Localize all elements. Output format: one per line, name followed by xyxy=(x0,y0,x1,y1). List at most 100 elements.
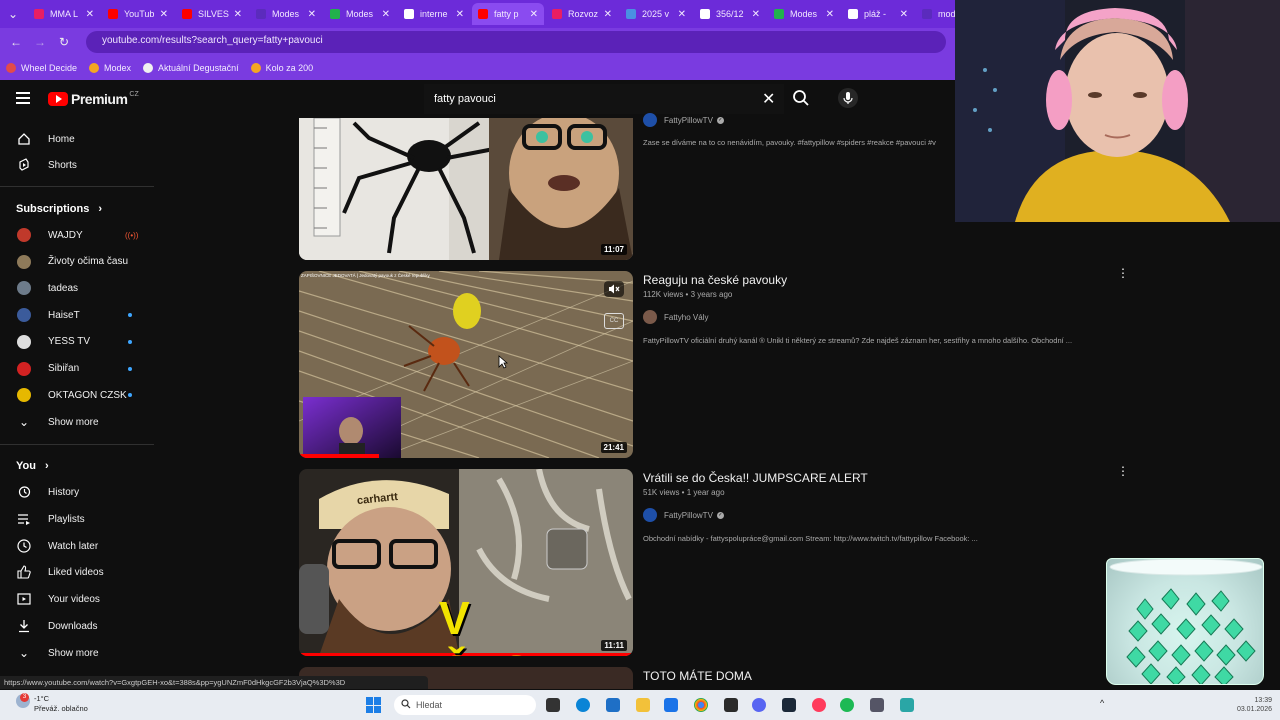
chrome-icon[interactable] xyxy=(694,698,708,712)
sidebar-subscription-item[interactable]: YESS TV xyxy=(0,330,154,354)
tray-chevron-up-icon[interactable]: ^ xyxy=(1100,698,1104,708)
browser-tab[interactable]: interne ✕ xyxy=(398,3,470,25)
you-heading[interactable]: You › xyxy=(16,460,49,472)
sidebar-item-label: Liked videos xyxy=(48,566,104,578)
channel-link[interactable]: FattyPillowTV ✓ xyxy=(643,113,724,127)
browser-tab[interactable]: SILVES ✕ xyxy=(176,3,248,25)
channel-link[interactable]: Fattyho Vály xyxy=(643,310,708,324)
show-more-you[interactable]: ⌄ Show more xyxy=(0,641,154,665)
tab-close-icon[interactable]: ✕ xyxy=(826,9,834,20)
bookmark-item[interactable]: Aktuální Degustační xyxy=(143,63,239,73)
mute-icon[interactable] xyxy=(604,281,624,297)
browser-tab[interactable]: YouTub ✕ xyxy=(102,3,174,25)
sidebar-item-home[interactable]: Home xyxy=(0,127,154,151)
video-thumbnail[interactable]: 11:07 xyxy=(299,118,633,260)
tab-close-icon[interactable]: ✕ xyxy=(382,9,390,20)
bookmark-item[interactable]: Kolo za 200 xyxy=(250,63,313,73)
video-duration: 11:07 xyxy=(600,244,627,255)
more-options-icon[interactable]: ⋮ xyxy=(1117,267,1129,279)
forward-icon[interactable]: → xyxy=(28,35,52,49)
browser-tab[interactable]: Modes ✕ xyxy=(324,3,396,25)
video-meta: 51K views • 1 year ago xyxy=(643,488,725,497)
task-view-icon[interactable] xyxy=(546,698,560,712)
sidebar-subscription-item[interactable]: WAJDY ((•)) xyxy=(0,223,154,247)
browser-tab[interactable]: Modes ✕ xyxy=(768,3,840,25)
tab-close-icon[interactable]: ✕ xyxy=(604,9,612,20)
your-videos-icon xyxy=(16,591,32,607)
sidebar-item-history[interactable]: History xyxy=(0,480,154,504)
tab-close-icon[interactable]: ✕ xyxy=(308,9,316,20)
sidebar-item-label: Playlists xyxy=(48,513,85,525)
tab-close-icon[interactable]: ✕ xyxy=(456,9,464,20)
video-meta: 112K views • 3 years ago xyxy=(643,290,733,299)
sidebar-item-liked-videos[interactable]: Liked videos xyxy=(0,560,154,584)
sidebar-item-shorts[interactable]: Shorts xyxy=(0,153,154,177)
file-explorer-icon[interactable] xyxy=(636,698,650,712)
subscriptions-heading[interactable]: Subscriptions › xyxy=(16,203,102,215)
taskbar-clock[interactable]: 13:39 03.01.2026 xyxy=(1222,696,1272,714)
notification-badge: 3 xyxy=(20,693,29,702)
tab-close-icon[interactable]: ✕ xyxy=(678,9,686,20)
tab-close-icon[interactable]: ✕ xyxy=(900,9,908,20)
tab-favicon-icon xyxy=(774,9,784,19)
tab-close-icon[interactable]: ✕ xyxy=(234,9,242,20)
browser-tab[interactable]: pláž - ✕ xyxy=(842,3,914,25)
tab-label: pláž - xyxy=(864,9,887,19)
app-icon[interactable] xyxy=(724,698,738,712)
channel-link[interactable]: FattyPillowTV ✓ xyxy=(643,508,724,522)
search-input[interactable]: fatty pavouci xyxy=(424,84,784,114)
clear-search-icon[interactable]: ✕ xyxy=(762,89,775,109)
video-title[interactable]: Vrátili se do Česka!! JUMPSCARE ALERT xyxy=(643,471,868,485)
browser-tab[interactable]: 2025 v ✕ xyxy=(620,3,692,25)
steam-icon[interactable] xyxy=(782,698,796,712)
sidebar-subscription-item[interactable]: Sibiřan xyxy=(0,357,154,381)
captions-icon[interactable]: CC xyxy=(604,313,624,329)
sidebar-subscription-item[interactable]: HaiseT xyxy=(0,303,154,327)
windows-start-icon[interactable] xyxy=(366,697,382,713)
tab-close-icon[interactable]: ✕ xyxy=(530,9,538,20)
reload-icon[interactable]: ↻ xyxy=(52,35,76,49)
menu-icon[interactable] xyxy=(16,92,30,104)
bookmark-favicon-icon xyxy=(250,63,261,73)
sidebar-item-downloads[interactable]: Downloads xyxy=(0,614,154,638)
more-options-icon[interactable]: ⋮ xyxy=(1117,465,1129,477)
youtube-premium-logo[interactable]: Premium CZ xyxy=(48,91,139,107)
app-icon[interactable] xyxy=(900,698,914,712)
video-thumbnail[interactable]: ZAPIŠOVNICE JEDOVATÁ | Jedovatý pavouk z… xyxy=(299,271,633,458)
browser-tab[interactable]: Rozvoz ✕ xyxy=(546,3,618,25)
browser-tab[interactable]: Modes ✕ xyxy=(250,3,322,25)
app-icon[interactable] xyxy=(870,698,884,712)
sidebar-item-your-videos[interactable]: Your videos xyxy=(0,587,154,611)
weather-widget[interactable]: -1°C Převáž. oblačno xyxy=(34,694,88,714)
video-title[interactable]: TOTO MÁTE DOMA xyxy=(643,669,752,683)
store-icon[interactable] xyxy=(606,698,620,712)
show-more-subscriptions[interactable]: ⌄ Show more xyxy=(0,410,154,434)
url-field[interactable]: youtube.com/results?search_query=fatty+p… xyxy=(86,31,946,53)
spotify-icon[interactable] xyxy=(840,698,854,712)
discord-icon[interactable] xyxy=(752,698,766,712)
tab-list-chevron-icon[interactable]: ⌄ xyxy=(0,7,26,21)
taskbar-search[interactable]: Hledat xyxy=(394,695,536,715)
video-title[interactable]: Reaguju na české pavouky xyxy=(643,273,787,287)
browser-tab[interactable]: 356/12 ✕ xyxy=(694,3,766,25)
sidebar-subscription-item[interactable]: OKTAGON CZSK xyxy=(0,383,154,407)
tab-close-icon[interactable]: ✕ xyxy=(86,9,94,20)
bookmark-item[interactable]: Wheel Decide xyxy=(6,63,77,73)
back-icon[interactable]: ← xyxy=(4,35,28,49)
bookmark-item[interactable]: Modex xyxy=(89,63,131,73)
video-thumbnail[interactable]: carhartt V ČESKU! 11:11 xyxy=(299,469,633,656)
sidebar-item-watch-later[interactable]: Watch later xyxy=(0,534,154,558)
microphone-icon[interactable] xyxy=(838,88,858,108)
browser-tab[interactable]: fatty p ✕ xyxy=(472,3,544,25)
tab-close-icon[interactable]: ✕ xyxy=(752,9,760,20)
sidebar-subscription-item[interactable]: Životy očima času xyxy=(0,250,154,274)
browser-tab[interactable]: MMA L ✕ xyxy=(28,3,100,25)
sidebar-item-playlists[interactable]: Playlists xyxy=(0,507,154,531)
search-icon[interactable] xyxy=(792,89,812,109)
channel-avatar xyxy=(643,113,657,127)
edge-icon[interactable] xyxy=(576,698,590,712)
sidebar-subscription-item[interactable]: tadeas xyxy=(0,276,154,300)
outlook-icon[interactable] xyxy=(664,698,678,712)
opera-icon[interactable] xyxy=(812,698,826,712)
tab-close-icon[interactable]: ✕ xyxy=(160,9,168,20)
